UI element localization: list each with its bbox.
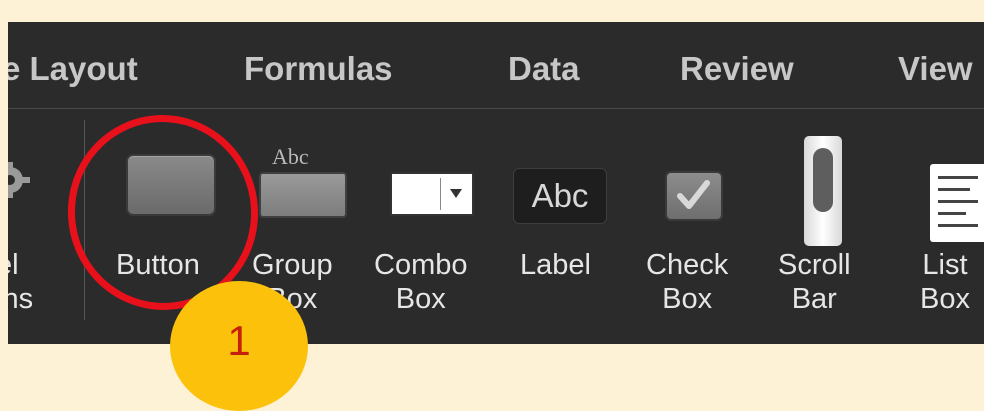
- check-box-icon[interactable]: [665, 171, 723, 221]
- list-box-icon[interactable]: [930, 164, 984, 242]
- step-number: 1: [227, 317, 251, 364]
- label-control-icon[interactable]: Abc: [513, 168, 607, 224]
- scroll-thumb: [813, 148, 833, 212]
- excel-add-ins-label[interactable]: el ins: [8, 248, 38, 316]
- combo-box-icon[interactable]: [390, 172, 474, 216]
- list-box-label[interactable]: List Box: [920, 248, 970, 316]
- combo-box-label[interactable]: Combo Box: [374, 248, 468, 316]
- gear-icon[interactable]: [8, 158, 34, 214]
- tab-formulas[interactable]: Formulas: [244, 52, 393, 85]
- chevron-down-icon: [450, 189, 462, 198]
- tab-view[interactable]: View: [898, 52, 973, 85]
- group-box-icon-text: Abc: [270, 144, 311, 170]
- combo-divider: [440, 178, 441, 210]
- tab-page-layout[interactable]: e Layout: [8, 52, 138, 85]
- group-box-icon[interactable]: [259, 172, 347, 218]
- step-badge: 1: [170, 281, 308, 411]
- tab-review[interactable]: Review: [680, 52, 794, 85]
- checkmark-icon: [677, 180, 710, 209]
- scroll-bar-label[interactable]: Scroll Bar: [778, 248, 851, 316]
- ribbon-tab-bar: e Layout Formulas Data Review View: [8, 22, 984, 109]
- label-control-label[interactable]: Label: [520, 248, 591, 282]
- check-box-label[interactable]: Check Box: [646, 248, 728, 316]
- tab-data[interactable]: Data: [508, 52, 580, 85]
- scroll-bar-icon[interactable]: [804, 136, 842, 246]
